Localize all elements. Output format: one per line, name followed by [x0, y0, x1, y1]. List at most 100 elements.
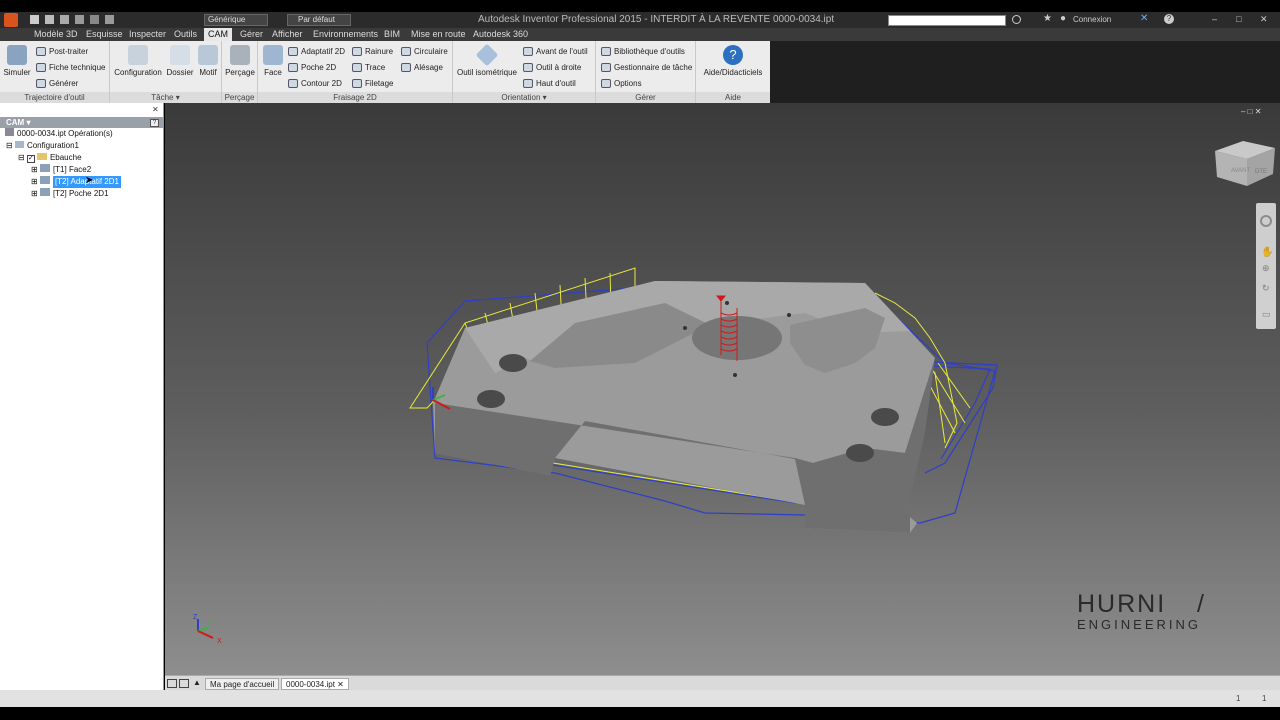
panel-label: Fraisage 2D: [258, 92, 452, 103]
search-icon[interactable]: [1012, 15, 1021, 24]
tree-folder[interactable]: ⊟ ✓ Ebauche: [18, 152, 82, 164]
alesage-button[interactable]: Alésage: [401, 61, 443, 74]
tab-inspecter[interactable]: Inspecter: [129, 28, 166, 41]
browser-close-icon[interactable]: ✕: [152, 105, 159, 114]
maximize-icon[interactable]: □: [1236, 14, 1241, 24]
circulaire-button[interactable]: Circulaire: [401, 45, 448, 58]
expand-icon[interactable]: ⊞: [31, 177, 40, 186]
expand-icon[interactable]: ⊞: [31, 189, 40, 198]
orbit-icon[interactable]: ↻: [1262, 283, 1270, 294]
tree-setup-label: Configuration1: [26, 141, 79, 150]
expand-icon[interactable]: ⊟: [6, 141, 15, 150]
cascade-icon[interactable]: [179, 679, 189, 688]
outil-isometrique-button[interactable]: Outil isométrique: [455, 43, 519, 77]
trace-button[interactable]: Trace: [352, 61, 385, 74]
panel-label[interactable]: Orientation ▾: [453, 92, 595, 103]
redo-icon[interactable]: [90, 15, 99, 24]
appearance-select[interactable]: Par défaut: [287, 14, 351, 26]
motif-button[interactable]: Motif: [195, 45, 221, 77]
aide-button[interactable]: ? Aide/Didacticiels: [700, 45, 766, 77]
bibliotheque-button[interactable]: Bibliothèque d'outils: [601, 45, 685, 58]
tab-outils[interactable]: Outils: [174, 28, 197, 41]
tab-home-page[interactable]: Ma page d'accueil: [205, 678, 280, 690]
tab-esquisse[interactable]: Esquisse: [86, 28, 123, 41]
tab-bim[interactable]: BIM: [384, 28, 400, 41]
tree-setup[interactable]: ⊟ Configuration1: [6, 140, 79, 152]
adaptatif-2d-button[interactable]: Adaptatif 2D: [288, 45, 345, 58]
face-button[interactable]: Face: [260, 45, 286, 77]
checkbox-icon[interactable]: ✓: [26, 155, 35, 163]
viewcube-front-label[interactable]: AVANT: [1231, 168, 1250, 174]
material-select[interactable]: Générique: [204, 14, 268, 26]
pan-icon[interactable]: ✋: [1261, 247, 1273, 258]
tab-document[interactable]: 0000-0034.ipt ✕: [281, 678, 349, 690]
window-title: Autodesk Inventor Professional 2015 - IN…: [478, 14, 835, 25]
help-icon: ?: [723, 45, 743, 65]
haut-outil-button[interactable]: Haut d'outil: [523, 77, 576, 90]
close-icon[interactable]: ✕: [1260, 14, 1268, 25]
tab-modele-3d[interactable]: Modèle 3D: [34, 28, 78, 41]
help-icon[interactable]: ?: [1164, 14, 1174, 24]
haut-outil-label: Haut d'outil: [536, 79, 576, 88]
user-icon[interactable]: ●: [1060, 13, 1066, 24]
avant-outil-button[interactable]: Avant de l'outil: [523, 45, 588, 58]
tab-close-icon[interactable]: ✕: [337, 680, 344, 689]
connexion-link[interactable]: Connexion: [1073, 15, 1111, 24]
zoom-icon[interactable]: ⊕: [1262, 263, 1270, 274]
dossier-button[interactable]: Dossier: [165, 45, 195, 77]
contour-2d-button[interactable]: Contour 2D: [288, 77, 342, 90]
undo-icon[interactable]: [75, 15, 84, 24]
expand-icon[interactable]: ⊟: [18, 153, 27, 162]
graphics-viewport[interactable]: AVANT DTE Z Y X ✋ ⊕ ↻ ▭ – □ ✕ HURNI ENGI…: [165, 103, 1280, 675]
tab-autodesk-360[interactable]: Autodesk 360: [473, 28, 528, 41]
tab-environnements[interactable]: Environnements: [313, 28, 378, 41]
post-traiter-button[interactable]: Post-traiter: [36, 45, 88, 58]
tree-root-label: 0000-0034.ipt Opération(s): [17, 129, 113, 138]
tile-icon[interactable]: [167, 679, 177, 688]
filetage-button[interactable]: Filetage: [352, 77, 393, 90]
view-triad: Z Y X: [193, 614, 222, 645]
tree-root[interactable]: 0000-0034.ipt Opération(s): [5, 128, 113, 140]
browser-header[interactable]: CAM ▾: [0, 117, 163, 128]
home-icon[interactable]: [105, 15, 114, 24]
inventor-logo-icon[interactable]: [4, 13, 18, 27]
open-icon[interactable]: [45, 15, 54, 24]
exchange-icon[interactable]: ✕: [1140, 13, 1148, 24]
adaptive-icon: [288, 47, 298, 56]
new-icon[interactable]: [30, 15, 39, 24]
tab-afficher[interactable]: Afficher: [272, 28, 302, 41]
fiche-technique-button[interactable]: Fiche technique: [36, 61, 105, 74]
expand-icon[interactable]: ⊞: [31, 165, 40, 174]
options-button[interactable]: Options: [601, 77, 642, 90]
save-icon[interactable]: [60, 15, 69, 24]
contour-icon: [288, 79, 298, 88]
outil-droite-button[interactable]: Outil à droite: [523, 61, 581, 74]
generate-icon: [36, 79, 46, 88]
tab-gerer[interactable]: Gérer: [240, 28, 263, 41]
tree-op-face[interactable]: ⊞ [T1] Face2: [31, 164, 91, 176]
doc-list-icon[interactable]: ▲: [193, 678, 201, 687]
post-process-icon: [36, 47, 46, 56]
star-icon[interactable]: ★: [1043, 13, 1052, 24]
percage-button[interactable]: Perçage: [224, 45, 256, 77]
poche-2d-button[interactable]: Poche 2D: [288, 61, 336, 74]
rainure-button[interactable]: Rainure: [352, 45, 393, 58]
viewcube-right-label[interactable]: DTE: [1255, 169, 1267, 175]
machined-part[interactable]: [433, 281, 935, 533]
tree-op-poche[interactable]: ⊞ [T2] Poche 2D1: [31, 188, 109, 200]
help-search-input[interactable]: [888, 15, 1006, 26]
look-at-icon[interactable]: ▭: [1262, 309, 1271, 320]
viewport-window-controls[interactable]: – □ ✕: [1241, 107, 1261, 116]
minimize-icon[interactable]: –: [1212, 14, 1217, 24]
viewcube[interactable]: AVANT DTE: [1215, 141, 1275, 186]
panel-label[interactable]: Tâche ▾: [110, 92, 221, 103]
gestionnaire-button[interactable]: Gestionnaire de tâche: [601, 61, 692, 74]
configuration-button[interactable]: Configuration: [113, 45, 163, 77]
generer-button[interactable]: Générer: [36, 77, 78, 90]
tab-cam[interactable]: CAM: [204, 28, 232, 41]
simuler-button[interactable]: Simuler: [2, 45, 32, 77]
tree-op-adaptatif[interactable]: ⊞ [T2] Adaptatif 2D1: [31, 176, 121, 188]
steering-wheel-icon[interactable]: [1260, 215, 1272, 227]
tab-mise-en-route[interactable]: Mise en route: [411, 28, 466, 41]
browser-help-icon[interactable]: ?: [150, 119, 159, 127]
